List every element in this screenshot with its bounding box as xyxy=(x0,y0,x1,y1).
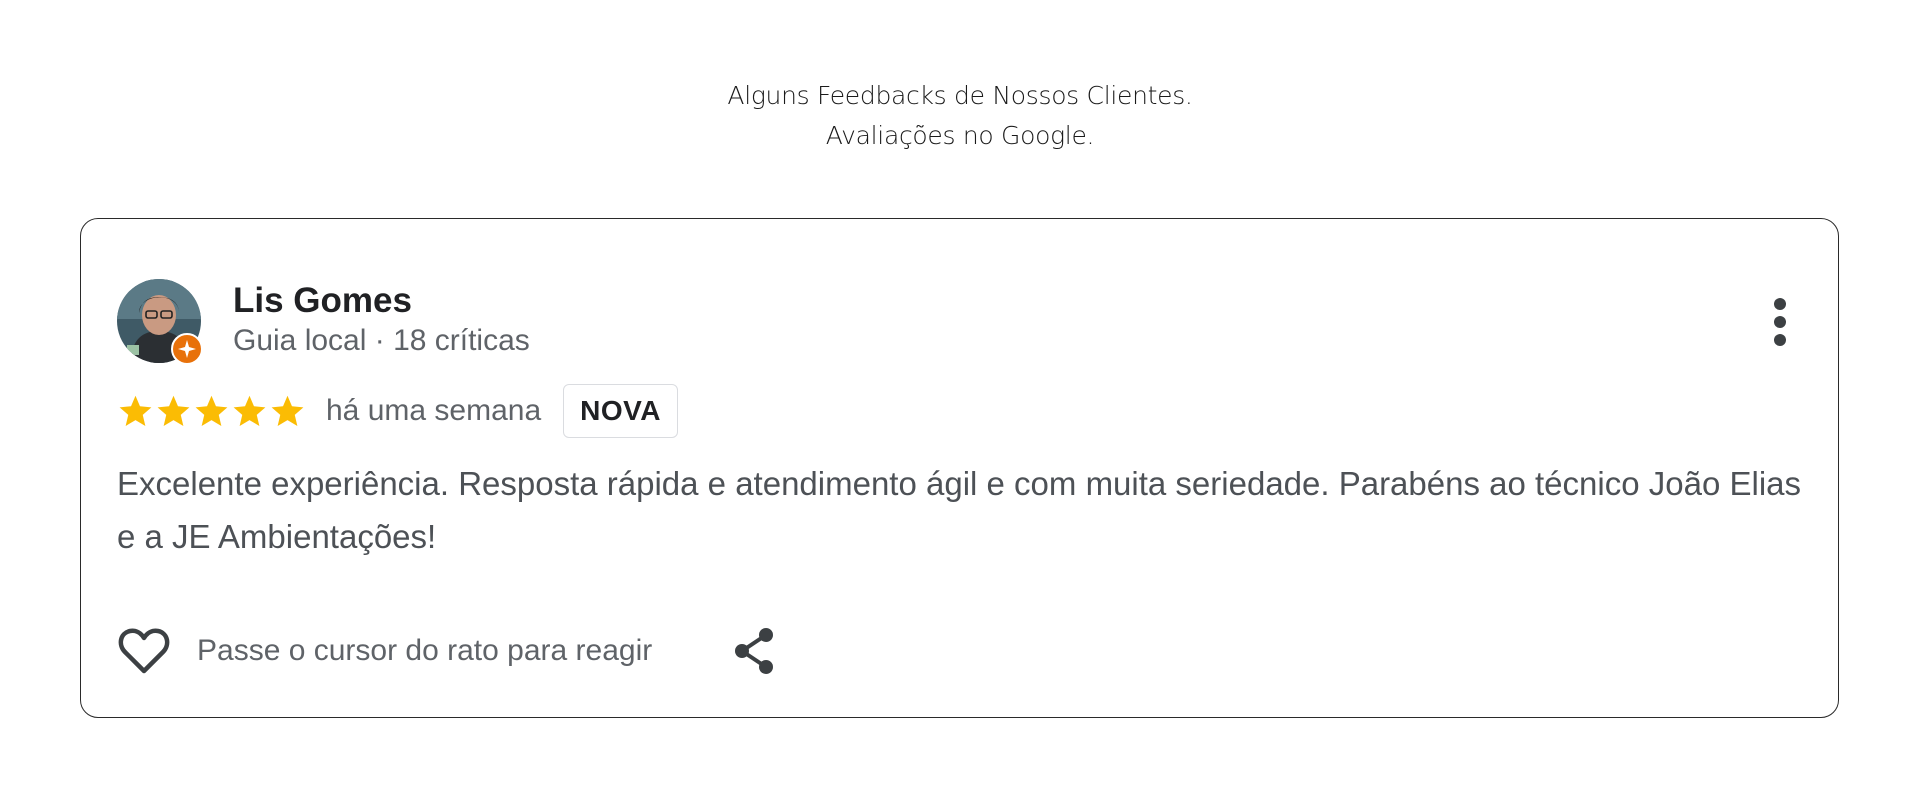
react-label[interactable]: Passe o cursor do rato para reagir xyxy=(197,634,652,668)
star-icon xyxy=(157,395,190,426)
heading-line-2: Avaliações no Google. xyxy=(825,121,1095,150)
heart-outline-icon[interactable] xyxy=(117,626,171,676)
review-time: há uma semana xyxy=(326,394,542,427)
star-icon xyxy=(271,395,304,426)
review-card: Lis Gomes Guia local · 18 críticas há um… xyxy=(80,218,1839,718)
star-rating xyxy=(117,393,306,430)
star-icon xyxy=(195,395,228,426)
avatar[interactable] xyxy=(117,279,203,365)
star-icon xyxy=(233,395,266,426)
rating-row: há uma semana NOVA xyxy=(117,383,678,439)
author-meta: Guia local · 18 críticas xyxy=(233,324,530,357)
new-badge: NOVA xyxy=(563,384,678,438)
star-icon xyxy=(119,395,152,426)
share-icon[interactable] xyxy=(732,627,776,675)
heading-line-1: Alguns Feedbacks de Nossos Clientes. xyxy=(727,81,1193,110)
review-text: Excelente experiência. Resposta rápida e… xyxy=(117,465,1801,555)
section-heading: Alguns Feedbacks de Nossos Clientes. Ava… xyxy=(0,76,1920,156)
author-name[interactable]: Lis Gomes xyxy=(233,281,412,321)
more-vert-icon[interactable] xyxy=(1768,297,1792,347)
review-actions: Passe o cursor do rato para reagir xyxy=(117,621,776,681)
local-guide-badge-icon xyxy=(171,333,203,365)
